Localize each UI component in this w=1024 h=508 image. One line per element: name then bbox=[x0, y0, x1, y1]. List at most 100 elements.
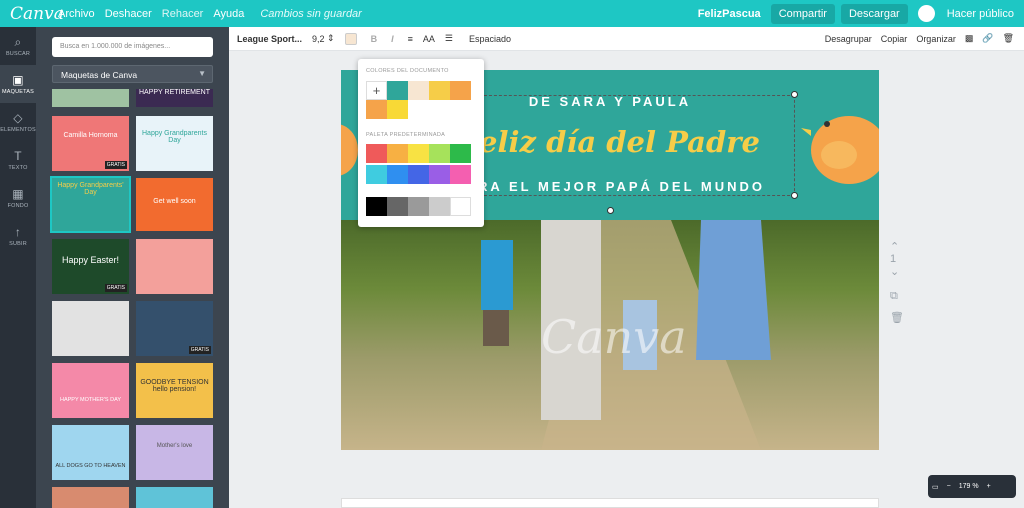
copy-button[interactable]: Copiar bbox=[881, 34, 908, 44]
text-icon: T bbox=[14, 148, 22, 163]
menu-deshacer[interactable]: Deshacer bbox=[105, 8, 152, 20]
thumb-5[interactable]: Get well soon bbox=[136, 178, 213, 231]
palette-swatch[interactable] bbox=[450, 197, 471, 216]
zoom-control: ▭ − 179 % + bbox=[928, 475, 1016, 498]
avatar[interactable] bbox=[917, 5, 935, 22]
thumb-8[interactable] bbox=[52, 301, 129, 356]
menu-archivo[interactable]: Archivo bbox=[58, 8, 95, 20]
text-toolbar: League Sport... 9,2 ⇕ B I ≡ AA ☰ Espacia… bbox=[229, 27, 1024, 51]
watermark: Canva bbox=[541, 310, 687, 364]
thumb-9[interactable]: GRATIS bbox=[136, 301, 213, 356]
thumb-6[interactable]: Happy Easter! GRATIS bbox=[52, 239, 129, 294]
doc-swatch[interactable] bbox=[387, 81, 408, 100]
doc-swatch[interactable] bbox=[366, 100, 387, 119]
palette-swatch[interactable] bbox=[429, 165, 450, 184]
rail-search[interactable]: ⌕ BUSCAR bbox=[0, 27, 36, 65]
canva-logo[interactable]: Canva bbox=[10, 4, 64, 24]
thumb-3[interactable]: Happy Grandparents Day bbox=[136, 116, 213, 171]
font-size[interactable]: 9,2 ⇕ bbox=[312, 33, 335, 44]
align-center-icon[interactable]: ≡ bbox=[408, 34, 413, 44]
present-icon[interactable]: ▭ bbox=[932, 483, 939, 491]
duplicate-page-icon[interactable]: ⧉ bbox=[890, 290, 904, 303]
thumb-13[interactable]: Mother's love bbox=[136, 425, 213, 480]
move-down-icon[interactable]: ⌄ bbox=[890, 265, 904, 278]
next-page[interactable] bbox=[341, 498, 879, 508]
thumb-10[interactable]: HAPPY MOTHER'S DAY bbox=[52, 363, 129, 418]
text-color-button[interactable] bbox=[344, 32, 357, 45]
list-icon[interactable]: ☰ bbox=[445, 33, 453, 44]
rail-search-label: BUSCAR bbox=[5, 50, 31, 57]
link-icon[interactable]: 🔗 bbox=[982, 33, 993, 44]
palette-swatch[interactable] bbox=[450, 165, 471, 184]
zoom-in-button[interactable]: + bbox=[987, 483, 991, 490]
publish-button[interactable]: Hacer público bbox=[947, 8, 1014, 20]
zoom-out-button[interactable]: − bbox=[947, 483, 951, 490]
arrange-button[interactable]: Organizar bbox=[916, 34, 956, 44]
palette-swatch[interactable] bbox=[366, 197, 387, 216]
move-up-icon[interactable]: ⌃ bbox=[890, 240, 904, 253]
rail-text[interactable]: T TEXTO bbox=[0, 141, 36, 179]
download-button[interactable]: Descargar bbox=[840, 3, 908, 24]
free-badge: GRATIS bbox=[104, 161, 127, 169]
palette-swatch[interactable] bbox=[387, 197, 408, 216]
free-badge: GRATIS bbox=[104, 284, 127, 292]
add-color-button[interactable]: + bbox=[366, 81, 387, 100]
ungroup-button[interactable]: Desagrupar bbox=[825, 34, 872, 44]
palette-swatch[interactable] bbox=[408, 197, 429, 216]
italic-button[interactable]: I bbox=[391, 34, 394, 44]
rail-layouts-label: MAQUETAS bbox=[1, 88, 35, 95]
rail-background[interactable]: ▦ FONDO bbox=[0, 179, 36, 217]
palette-swatch[interactable] bbox=[408, 165, 429, 184]
doc-swatch[interactable] bbox=[450, 81, 471, 100]
search-input[interactable]: Busca en 1.000.000 de imágenes... bbox=[52, 37, 213, 57]
layouts-dropdown[interactable]: Maquetas de Canva ▼ bbox=[52, 65, 213, 83]
updown-icon: ⇕ bbox=[327, 33, 335, 43]
thumb-4[interactable]: Happy Grandparents' Day bbox=[50, 176, 131, 233]
spacing-button[interactable]: Espaciado bbox=[469, 34, 511, 44]
font-select[interactable]: League Sport... bbox=[237, 34, 302, 44]
palette-swatch[interactable] bbox=[387, 165, 408, 184]
palette-swatch[interactable] bbox=[366, 165, 387, 184]
selection-box[interactable] bbox=[479, 95, 795, 196]
thumb-0[interactable] bbox=[52, 89, 129, 107]
thumb-14[interactable] bbox=[52, 487, 129, 508]
transparency-icon[interactable]: ▩ bbox=[965, 33, 974, 44]
palette-swatch[interactable] bbox=[387, 144, 408, 163]
rail-elements-label: ELEMENTOS bbox=[0, 126, 36, 133]
menu-ayuda[interactable]: Ayuda bbox=[213, 8, 244, 20]
palette-swatch[interactable] bbox=[450, 144, 471, 163]
delete-page-icon[interactable]: 🗑 bbox=[890, 311, 904, 324]
thumb-12[interactable]: ALL DOGS GO TO HEAVEN bbox=[52, 425, 129, 480]
thumb-11[interactable]: GOODBYE TENSION hello pension! bbox=[136, 363, 213, 418]
trash-icon[interactable]: 🗑 bbox=[1003, 33, 1014, 44]
thumb-2[interactable]: Camilla Hornoma GRATIS bbox=[52, 116, 129, 171]
palette-swatch[interactable] bbox=[429, 144, 450, 163]
thumb-7[interactable] bbox=[136, 239, 213, 294]
palette-swatch[interactable] bbox=[429, 197, 450, 216]
design-title[interactable]: FelizPascua bbox=[698, 8, 761, 20]
zoom-value: 179 % bbox=[958, 483, 979, 490]
doc-swatch[interactable] bbox=[429, 81, 450, 100]
rail-text-label: TEXTO bbox=[8, 164, 28, 171]
rail-layouts[interactable]: ▣ MAQUETAS bbox=[0, 65, 36, 103]
menu-rehacer[interactable]: Rehacer bbox=[162, 8, 204, 20]
case-button[interactable]: AA bbox=[423, 34, 435, 44]
rail-upload[interactable]: ↑ SUBIR bbox=[0, 217, 36, 255]
bold-button[interactable]: B bbox=[371, 34, 378, 44]
doc-swatch[interactable] bbox=[387, 100, 408, 119]
share-button[interactable]: Compartir bbox=[770, 3, 835, 24]
resize-handle[interactable] bbox=[791, 91, 798, 98]
rotate-handle[interactable] bbox=[607, 207, 614, 214]
thumb-1[interactable]: HAPPY RETIREMENT bbox=[136, 89, 213, 107]
thumb-15[interactable] bbox=[136, 487, 213, 508]
rail-elements[interactable]: ◇ ELEMENTOS bbox=[0, 103, 36, 141]
resize-handle[interactable] bbox=[791, 192, 798, 199]
palette-swatch[interactable] bbox=[366, 144, 387, 163]
palette-swatch[interactable] bbox=[408, 144, 429, 163]
top-bar: Canva Archivo Deshacer Rehacer Ayuda Cam… bbox=[0, 0, 1024, 27]
background-icon: ▦ bbox=[12, 186, 24, 201]
page-number: 1 bbox=[890, 253, 897, 265]
family-photo[interactable]: Canva bbox=[341, 220, 879, 450]
doc-swatch[interactable] bbox=[408, 81, 429, 100]
left-rail: ⌕ BUSCAR ▣ MAQUETAS ◇ ELEMENTOS T TEXTO ▦ FON… bbox=[0, 27, 36, 508]
